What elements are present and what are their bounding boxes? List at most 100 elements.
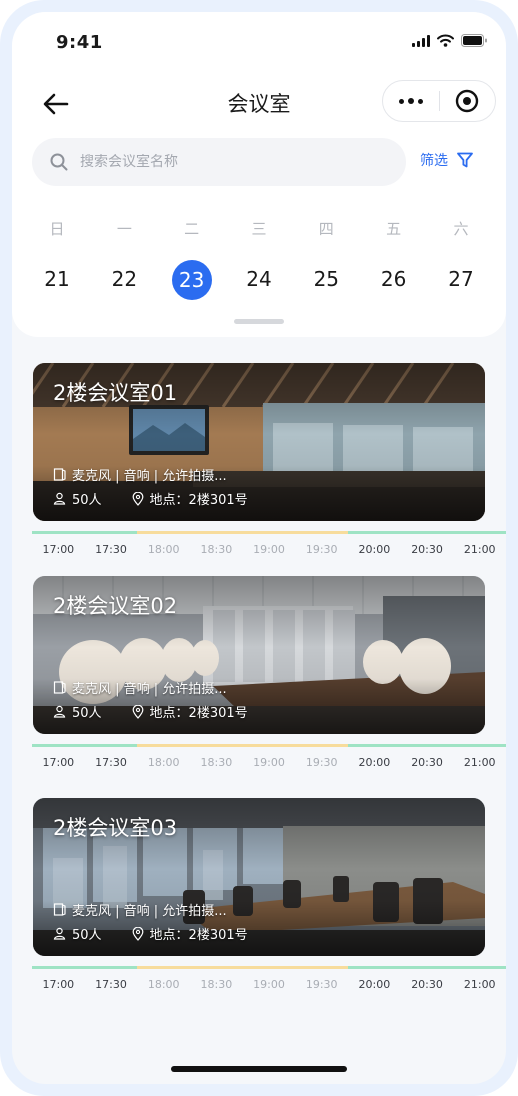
room-card[interactable]: 2楼会议室03 麦克风 | 音响 | 允许拍摄... 50人 地点：2楼301号 bbox=[33, 798, 485, 956]
weekday-label: 六 bbox=[453, 220, 469, 238]
more-dots-icon bbox=[398, 98, 404, 104]
battery-icon bbox=[461, 34, 487, 47]
room-capacity: 50人 bbox=[72, 928, 102, 943]
room-capacity: 50人 bbox=[72, 493, 102, 508]
slot-free bbox=[348, 966, 401, 969]
status-time: 9:41 bbox=[56, 32, 103, 53]
slot-busy bbox=[190, 744, 243, 747]
room-card[interactable]: 2楼会议室02 麦克风 | 音响 | 允许拍摄... 50人 地点：2楼301号 bbox=[33, 576, 485, 734]
room-name: 2楼会议室01 bbox=[53, 381, 178, 405]
room-equipment: 麦克风 | 音响 | 允许拍摄... bbox=[53, 678, 227, 697]
room-equipment: 麦克风 | 音响 | 允许拍摄... bbox=[53, 900, 227, 919]
time-slot-label: 21:00 bbox=[463, 756, 496, 769]
time-slot-label: 17:00 bbox=[42, 756, 75, 769]
room-meta: 50人 地点：2楼301号 bbox=[53, 489, 248, 508]
date-selected[interactable]: 23 bbox=[171, 260, 212, 300]
slot-busy bbox=[190, 531, 243, 534]
weekday-label: 四 bbox=[318, 220, 334, 238]
slot-free bbox=[32, 966, 85, 969]
availability-timeline: 17:00 17:30 18:00 18:30 19:00 19:30 20:00 20:30… bbox=[32, 531, 506, 556]
slot-busy bbox=[242, 531, 296, 534]
door-icon bbox=[53, 468, 66, 481]
time-slot-label: 18:00 bbox=[147, 978, 180, 991]
person-icon bbox=[53, 492, 66, 505]
search-input[interactable] bbox=[80, 154, 360, 170]
time-slot-label: 20:00 bbox=[358, 978, 391, 991]
home-indicator bbox=[171, 1066, 347, 1072]
status-icons bbox=[412, 34, 488, 47]
more-button[interactable] bbox=[383, 80, 439, 122]
date-item[interactable]: 26 bbox=[369, 260, 419, 298]
slot-free bbox=[84, 744, 138, 747]
equipment-text: 麦克风 | 音响 | 允许拍摄... bbox=[72, 904, 227, 919]
date-row: 21 22 23 24 25 26 27 bbox=[32, 260, 486, 300]
equipment-text: 麦克风 | 音响 | 允许拍摄... bbox=[72, 682, 227, 697]
wifi-icon bbox=[437, 34, 454, 47]
room-capacity: 50人 bbox=[72, 706, 102, 721]
slot-busy bbox=[295, 531, 349, 534]
date-item[interactable]: 25 bbox=[301, 260, 351, 298]
time-slot-label: 18:30 bbox=[200, 543, 233, 556]
time-slot-label: 18:30 bbox=[200, 978, 233, 991]
door-icon bbox=[53, 681, 66, 694]
room-name: 2楼会议室03 bbox=[53, 816, 178, 840]
room-name: 2楼会议室02 bbox=[53, 594, 178, 618]
header-panel: 9:41 会议室 搜索会议室名称 筛选 日 一 二 三 四 五 六 21 22 … bbox=[12, 12, 506, 337]
slot-free bbox=[32, 744, 85, 747]
weekday-label: 一 bbox=[116, 220, 132, 238]
location-pin-icon bbox=[132, 491, 143, 506]
filter-button[interactable]: 筛选 bbox=[420, 150, 474, 170]
date-item[interactable]: 24 bbox=[234, 260, 284, 298]
room-card[interactable]: 2楼会议室01 麦克风 | 音响 | 允许拍摄... 50人 地点：2楼301号 bbox=[33, 363, 485, 521]
target-icon bbox=[456, 89, 479, 113]
room-location: 地点：2楼301号 bbox=[149, 928, 248, 943]
room-item: 2楼会议室01 麦克风 | 音响 | 允许拍摄... 50人 地点：2楼301号 17:… bbox=[32, 363, 506, 556]
slot-busy bbox=[137, 531, 191, 534]
time-slot-label: 17:30 bbox=[95, 756, 127, 769]
search-icon bbox=[50, 153, 68, 171]
slot-free bbox=[84, 966, 138, 969]
time-slot-label: 21:00 bbox=[463, 543, 496, 556]
time-slot-label: 21:00 bbox=[463, 978, 496, 991]
location-pin-icon bbox=[132, 704, 143, 719]
time-slot-label: 19:00 bbox=[253, 978, 285, 991]
person-icon bbox=[53, 705, 66, 718]
weekday-label: 五 bbox=[386, 220, 402, 238]
slot-free bbox=[453, 531, 506, 534]
slot-free bbox=[32, 531, 85, 534]
time-slot-label: 18:00 bbox=[147, 756, 180, 769]
time-slot-label: 20:00 bbox=[358, 543, 391, 556]
time-labels: 17:00 17:30 18:00 18:30 19:00 19:30 20:00 20:30… bbox=[32, 978, 506, 991]
calendar-expand-handle[interactable] bbox=[234, 319, 284, 324]
weekday-row: 日一二三四五六 bbox=[32, 218, 486, 239]
room-location: 地点：2楼301号 bbox=[149, 493, 248, 508]
date-item[interactable]: 21 bbox=[32, 260, 82, 298]
availability-timeline: 17:00 17:30 18:00 18:30 19:00 19:30 20:00 20:30… bbox=[32, 744, 506, 769]
time-slot-label: 19:30 bbox=[305, 543, 338, 556]
slot-free bbox=[84, 531, 138, 534]
time-slot-label: 19:30 bbox=[305, 756, 338, 769]
weekday-label: 日 bbox=[49, 220, 65, 238]
slot-free bbox=[400, 744, 454, 747]
availability-bar bbox=[32, 966, 506, 969]
time-slot-label: 17:00 bbox=[42, 978, 75, 991]
slot-busy bbox=[137, 744, 191, 747]
close-mini-program-button[interactable] bbox=[439, 80, 495, 122]
slot-free bbox=[400, 531, 454, 534]
room-location: 地点：2楼301号 bbox=[149, 706, 248, 721]
availability-timeline: 17:00 17:30 18:00 18:30 19:00 19:30 20:00 20:30… bbox=[32, 966, 506, 991]
signal-icon bbox=[412, 34, 430, 47]
room-item: 2楼会议室03 麦克风 | 音响 | 允许拍摄... 50人 地点：2楼301号 17:… bbox=[32, 798, 506, 991]
slot-free bbox=[453, 744, 506, 747]
slot-busy bbox=[137, 966, 191, 969]
date-item[interactable]: 22 bbox=[99, 260, 149, 298]
date-item[interactable]: 27 bbox=[436, 260, 486, 298]
room-meta: 50人 地点：2楼301号 bbox=[53, 924, 248, 943]
slot-free bbox=[348, 531, 401, 534]
search-bar[interactable] bbox=[32, 138, 406, 186]
availability-bar bbox=[32, 744, 506, 747]
filter-icon bbox=[457, 152, 473, 168]
slot-busy bbox=[190, 966, 243, 969]
phone-screen: 9:41 会议室 搜索会议室名称 筛选 日 一 二 三 四 五 六 21 22 … bbox=[12, 12, 506, 1084]
time-labels: 17:00 17:30 18:00 18:30 19:00 19:30 20:00 20:30… bbox=[32, 756, 506, 769]
